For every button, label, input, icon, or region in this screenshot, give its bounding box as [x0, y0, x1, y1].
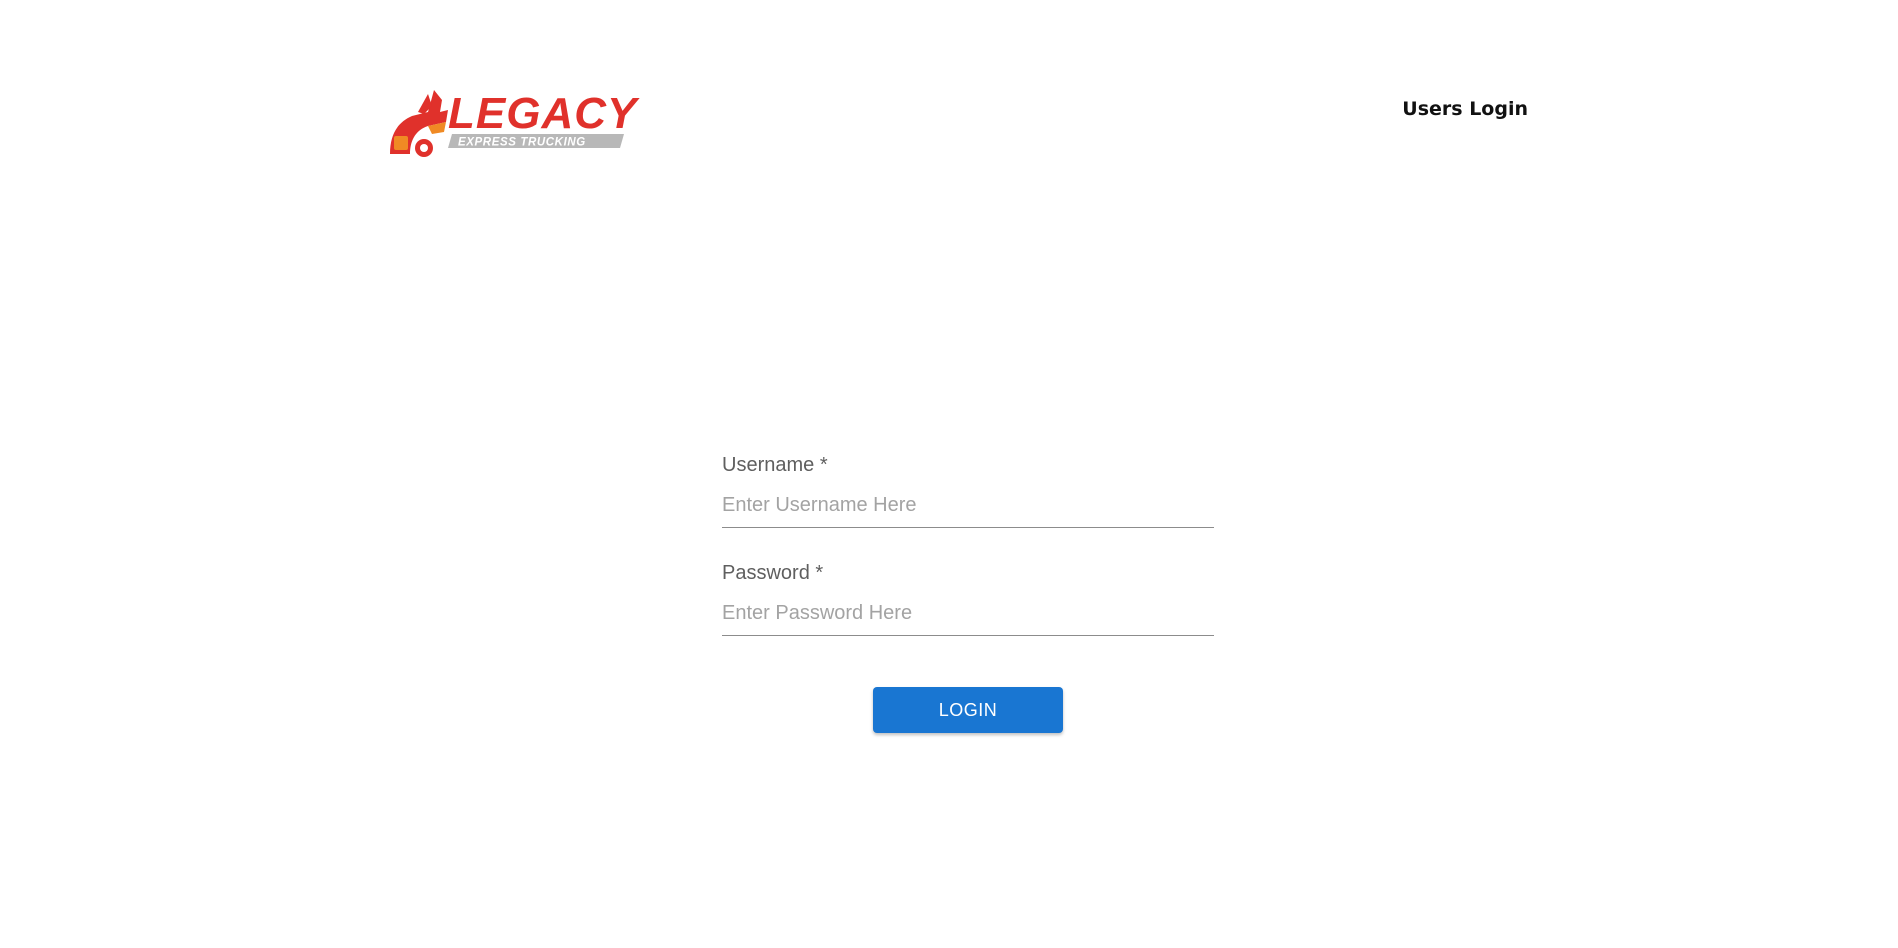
- truck-flame-icon: LEGACY EXPRESS TRUCKING: [390, 89, 640, 157]
- username-input[interactable]: [722, 490, 1214, 528]
- login-button-row: LOGIN: [873, 687, 1063, 733]
- username-label: Username *: [722, 454, 828, 476]
- login-page: LEGACY EXPRESS TRUCKING Users Login User…: [0, 0, 1898, 948]
- logo-tagline: EXPRESS TRUCKING: [458, 137, 586, 149]
- login-button[interactable]: LOGIN: [873, 687, 1063, 733]
- password-field: Password *: [722, 560, 1214, 636]
- page-title: Users Login: [1402, 98, 1528, 120]
- header: LEGACY EXPRESS TRUCKING Users Login: [388, 82, 1528, 158]
- company-logo[interactable]: LEGACY EXPRESS TRUCKING: [388, 82, 644, 158]
- username-field: Username *: [722, 452, 1214, 528]
- password-label: Password *: [722, 562, 824, 584]
- logo-word: LEGACY: [448, 89, 640, 138]
- password-input[interactable]: [722, 598, 1214, 636]
- login-form: Username * Password *: [722, 452, 1214, 668]
